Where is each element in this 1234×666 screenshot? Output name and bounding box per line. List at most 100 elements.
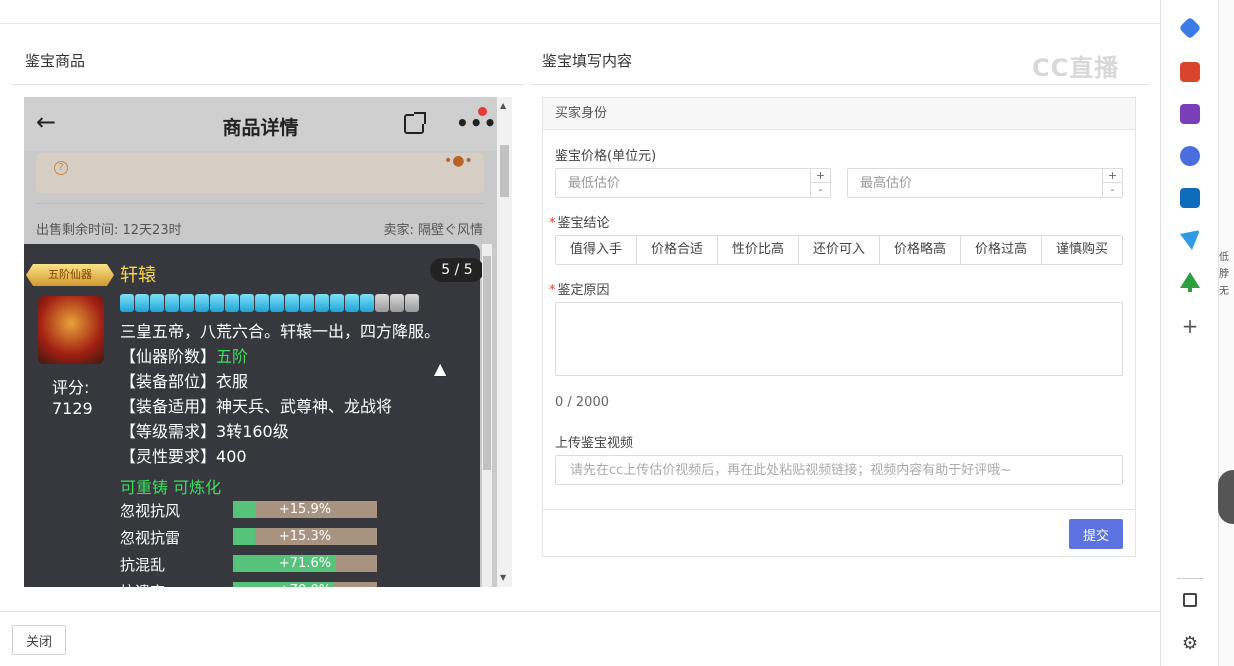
attribute-label: 【装备适用】 <box>120 397 217 416</box>
notification-dot <box>478 107 487 116</box>
star-pip <box>255 294 269 312</box>
phone-banner <box>36 153 484 193</box>
max-price-stepper[interactable]: + - <box>847 168 1123 198</box>
max-price-decrement[interactable]: - <box>1102 183 1122 197</box>
card-scroll-thumb[interactable] <box>483 256 491 470</box>
min-price-increment[interactable]: + <box>810 169 830 183</box>
scroll-down-icon[interactable]: ▼ <box>500 573 506 582</box>
tag-icon[interactable] <box>1178 16 1202 40</box>
item-armor-icon <box>38 296 104 364</box>
star-pip <box>165 294 179 312</box>
attribute-value: 衣服 <box>216 372 249 391</box>
video-link-input[interactable] <box>555 455 1123 485</box>
left-scroll-thumb[interactable] <box>500 145 509 197</box>
attribute-value: 400 <box>216 447 247 466</box>
copilot-icon[interactable] <box>1180 146 1200 166</box>
reason-textarea[interactable] <box>555 302 1123 376</box>
conclusion-option[interactable]: 价格合适 <box>637 236 718 264</box>
item-description: 三皇五帝，八荒六合。轩辕一出，四方降服。 <box>120 322 441 341</box>
star-pip <box>270 294 284 312</box>
attribute-value: 五阶 <box>216 347 249 366</box>
sidebar-panel-icon[interactable] <box>1183 593 1197 607</box>
stat-name: 忽视抗风 <box>120 502 181 520</box>
star-pip <box>195 294 209 312</box>
min-price-input[interactable] <box>556 169 810 197</box>
reason-label: * 鉴定原因 <box>549 279 610 298</box>
watermark: CC直播 <box>1032 54 1120 82</box>
score-value: 7129 <box>52 399 93 418</box>
stat-name: 抗混乱 <box>120 556 166 574</box>
item-attribute-line: 【装备部位】衣服 <box>120 368 248 392</box>
conclusion-options: 值得入手 价格合适 性价比高 还价可入 价格略高 价格过高 谨慎购买 <box>555 235 1123 265</box>
more-icon[interactable]: ••• <box>456 111 497 135</box>
attribute-value: 神天兵、武尊神、龙战将 <box>216 397 393 416</box>
conclusion-option[interactable]: 性价比高 <box>718 236 799 264</box>
conclusion-option[interactable]: 价格略高 <box>880 236 961 264</box>
banner-dots-icon: •●• <box>444 153 473 169</box>
attribute-value: 3转160级 <box>216 422 289 441</box>
phone-title: 商品详情 <box>222 117 299 139</box>
send-icon[interactable] <box>1180 230 1200 250</box>
stat-value: +71.6% <box>278 556 332 571</box>
attribute-label: 【装备部位】 <box>120 372 217 391</box>
seller-name: 卖家: 隔壁ぐ风情 <box>383 223 483 238</box>
top-bar <box>0 0 1160 24</box>
star-pip <box>135 294 149 312</box>
stat-value: +15.9% <box>278 502 332 517</box>
attribute-label: 【灵性要求】 <box>120 447 217 466</box>
item-tags: 可重铸 可炼化 <box>120 478 222 497</box>
star-pip <box>345 294 359 312</box>
max-price-input[interactable] <box>848 169 1102 197</box>
star-pip <box>225 294 239 312</box>
footer-divider <box>0 611 1160 612</box>
outlook-icon[interactable] <box>1180 188 1200 208</box>
share-icon[interactable] <box>404 112 426 134</box>
submit-button[interactable]: 提交 <box>1069 519 1123 549</box>
close-button[interactable]: 关闭 <box>12 625 66 655</box>
stat-bar: +70.0% <box>233 582 377 587</box>
stat-bar: +71.6% <box>233 555 377 572</box>
product-preview[interactable]: ← 商品详情 ••• ? •●• 出售剩余时间: 12天23时 卖家: 隔壁ぐ风… <box>24 97 497 587</box>
floating-handle[interactable] <box>1218 470 1234 524</box>
sidebar-divider <box>1177 578 1203 579</box>
mouse-cursor-icon: ▲ <box>434 359 447 378</box>
min-price-stepper[interactable]: + - <box>555 168 831 198</box>
scroll-up-icon[interactable]: ▲ <box>500 101 506 110</box>
stat-name: 抗遗忘 <box>120 581 165 587</box>
edge-text-2: 脖 <box>1219 269 1229 280</box>
settings-gear-icon[interactable]: ⚙ <box>1180 634 1200 654</box>
attribute-label: 【仙器阶数】 <box>120 347 217 366</box>
star-pip <box>330 294 344 312</box>
page-edge <box>1218 0 1234 666</box>
star-pip <box>315 294 329 312</box>
conclusion-option[interactable]: 还价可入 <box>799 236 880 264</box>
min-price-decrement[interactable]: - <box>810 183 830 197</box>
edge-text-3: 无 <box>1219 286 1229 297</box>
stat-bar: +15.9% <box>233 501 377 518</box>
left-scrollbar[interactable]: ▲ ▼ <box>497 97 512 587</box>
stat-bar: +15.3% <box>233 528 377 545</box>
conclusion-option[interactable]: 谨慎购买 <box>1042 236 1122 264</box>
left-section-title: 鉴宝商品 <box>25 52 86 70</box>
star-pip <box>210 294 224 312</box>
add-icon[interactable]: + <box>1180 316 1200 336</box>
tree-icon[interactable] <box>1180 272 1200 292</box>
chess-icon[interactable] <box>1180 104 1200 124</box>
stat-value: +15.3% <box>278 529 332 544</box>
reason-char-counter: 0 / 2000 <box>555 395 609 410</box>
edge-text-1: 低 <box>1219 252 1229 263</box>
item-attribute-line: 【灵性要求】400 <box>120 443 247 467</box>
star-pip <box>360 294 374 312</box>
toolbox-icon[interactable] <box>1180 62 1200 82</box>
panel-title: 买家身份 <box>543 98 1135 130</box>
conclusion-option[interactable]: 价格过高 <box>961 236 1042 264</box>
star-pip <box>240 294 254 312</box>
question-icon[interactable]: ? <box>54 161 68 175</box>
item-tooltip-card: 五阶仙器 轩辕 5 / 5 评分: 7129 三皇五帝，八荒六合。轩辕一出，四方… <box>24 244 484 587</box>
max-price-increment[interactable]: + <box>1102 169 1122 183</box>
card-scrollbar[interactable] <box>482 244 492 587</box>
right-section-title: 鉴宝填写内容 <box>542 52 633 70</box>
star-pips <box>120 294 419 312</box>
item-attribute-line: 【仙器阶数】五阶 <box>120 343 248 367</box>
conclusion-option[interactable]: 值得入手 <box>556 236 637 264</box>
